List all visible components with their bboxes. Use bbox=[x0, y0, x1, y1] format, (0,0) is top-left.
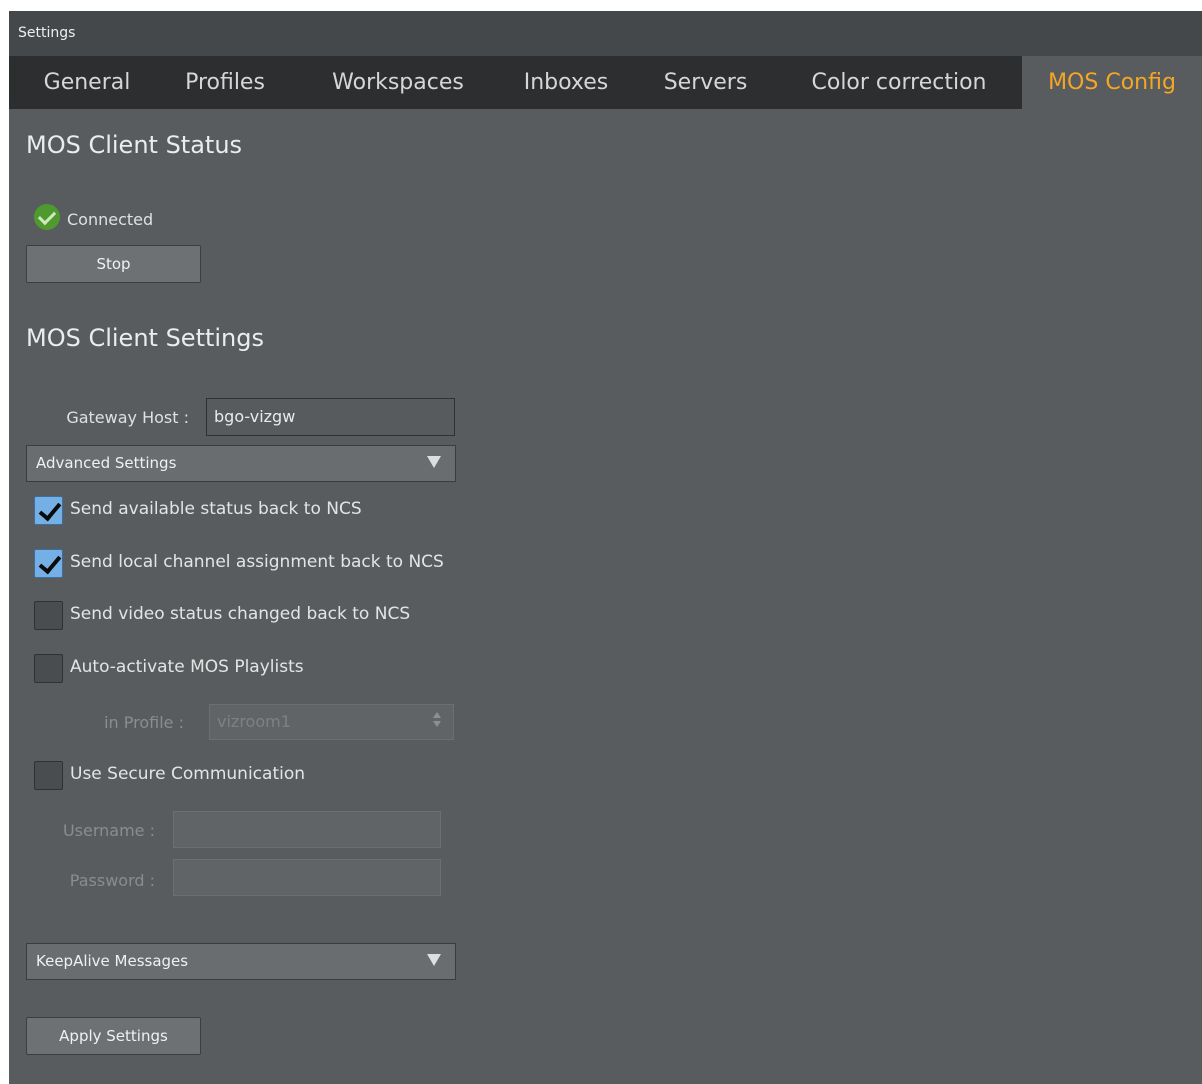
title-bar: Settings bbox=[9, 11, 1202, 56]
chevron-down-icon bbox=[427, 456, 441, 468]
password-input[interactable] bbox=[173, 859, 441, 896]
send-channel-assignment-checkbox[interactable] bbox=[34, 549, 63, 578]
settings-heading: MOS Client Settings bbox=[26, 324, 265, 352]
gateway-host-input[interactable]: bgo-vizgw bbox=[206, 398, 455, 436]
connection-status: Connected bbox=[67, 210, 154, 229]
stop-button[interactable]: Stop bbox=[26, 245, 201, 283]
send-video-status-checkbox[interactable] bbox=[34, 601, 63, 630]
username-label: Username : bbox=[62, 821, 155, 840]
tab-workspaces[interactable]: Workspaces bbox=[312, 56, 484, 109]
keepalive-label: KeepAlive Messages bbox=[36, 952, 189, 970]
keepalive-dropdown[interactable]: KeepAlive Messages bbox=[26, 943, 456, 980]
send-available-status-checkbox[interactable] bbox=[34, 496, 63, 525]
send-channel-assignment-label: Send local channel assignment back to NC… bbox=[70, 552, 444, 572]
tab-general[interactable]: General bbox=[29, 56, 145, 109]
advanced-settings-dropdown[interactable]: Advanced Settings bbox=[26, 445, 456, 482]
username-input[interactable] bbox=[173, 811, 441, 848]
profile-value: vizroom1 bbox=[217, 712, 291, 731]
password-label: Password : bbox=[69, 871, 155, 890]
tab-inboxes[interactable]: Inboxes bbox=[509, 56, 623, 109]
window-title: Settings bbox=[18, 25, 76, 41]
tab-color-correction[interactable]: Color correction bbox=[794, 56, 1004, 109]
spinner-arrows-icon bbox=[433, 712, 443, 728]
settings-window: Settings General Profiles Workspaces Inb… bbox=[9, 11, 1202, 1084]
send-video-status-label: Send video status changed back to NCS bbox=[70, 604, 411, 624]
secure-communication-checkbox[interactable] bbox=[34, 761, 63, 790]
apply-settings-button[interactable]: Apply Settings bbox=[26, 1017, 201, 1055]
chevron-down-icon bbox=[427, 954, 441, 966]
gateway-host-label: Gateway Host : bbox=[66, 408, 189, 427]
tab-servers[interactable]: Servers bbox=[652, 56, 759, 109]
profile-label: in Profile : bbox=[104, 713, 184, 732]
check-circle-icon bbox=[34, 204, 60, 230]
auto-activate-playlists-label: Auto-activate MOS Playlists bbox=[70, 657, 304, 677]
status-heading: MOS Client Status bbox=[26, 131, 243, 159]
send-available-status-label: Send available status back to NCS bbox=[70, 499, 362, 519]
tab-mos-config[interactable]: MOS Config bbox=[1022, 56, 1202, 109]
advanced-settings-label: Advanced Settings bbox=[36, 454, 177, 472]
profile-select[interactable]: vizroom1 bbox=[209, 704, 454, 740]
auto-activate-playlists-checkbox[interactable] bbox=[34, 654, 63, 683]
tab-profiles[interactable]: Profiles bbox=[173, 56, 277, 109]
secure-communication-label: Use Secure Communication bbox=[70, 764, 306, 784]
tab-bar: General Profiles Workspaces Inboxes Serv… bbox=[9, 56, 1202, 109]
